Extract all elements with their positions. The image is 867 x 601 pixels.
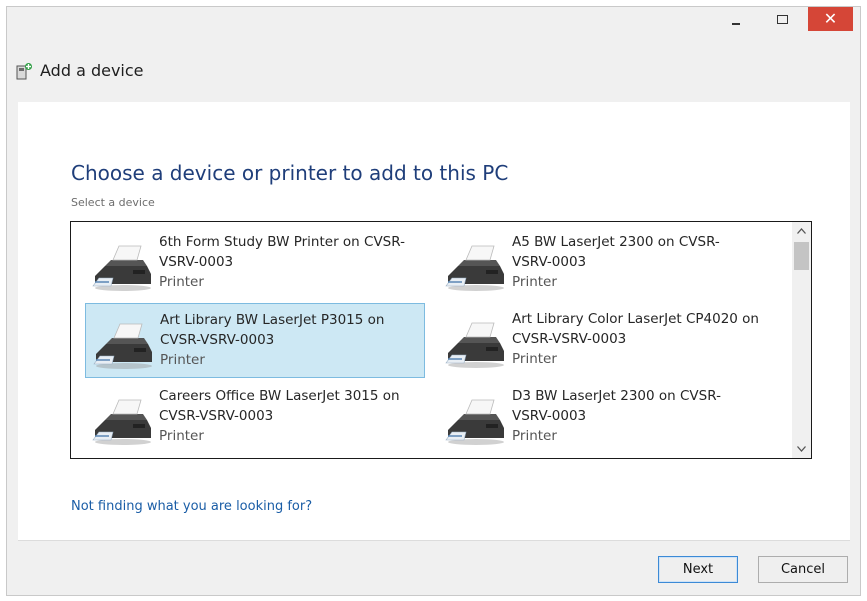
- device-name-line2: VSRV-0003: [512, 408, 587, 424]
- maximize-icon: [776, 14, 788, 24]
- add-device-icon: [16, 62, 32, 79]
- device-item[interactable]: Art Library Color LaserJet CP4020 on CVSR…: [438, 303, 778, 378]
- device-name-line1: Art Library BW LaserJet P3015 on: [160, 312, 385, 328]
- device-text: Art Library Color LaserJet CP4020 on CVSR…: [512, 309, 759, 369]
- next-button[interactable]: Next: [658, 556, 738, 583]
- minimize-button[interactable]: [721, 7, 751, 31]
- device-name-line1: D3 BW LaserJet 2300 on CVSR-: [512, 388, 721, 404]
- vertical-scrollbar[interactable]: [792, 222, 811, 458]
- dialog-content: Choose a device or printer to add to thi…: [18, 102, 850, 540]
- chevron-up-icon[interactable]: [792, 222, 811, 240]
- add-device-window: ✕ Add a device Choose a device or printe…: [6, 6, 861, 596]
- device-name-line2: VSRV-0003: [159, 254, 234, 270]
- device-name-line2: VSRV-0003: [512, 254, 587, 270]
- device-name-line1: Art Library Color LaserJet CP4020 on: [512, 311, 759, 327]
- device-text: 6th Form Study BW Printer on CVSR- VSRV-0…: [159, 232, 405, 292]
- device-item[interactable]: Careers Office BW LaserJet 3015 on CVSR-V…: [85, 380, 425, 455]
- device-type: Printer: [512, 351, 557, 367]
- window-title: Add a device: [40, 61, 144, 80]
- device-text: A5 BW LaserJet 2300 on CVSR- VSRV-0003 Pri…: [512, 232, 720, 292]
- printer-icon: [444, 242, 508, 292]
- close-icon: ✕: [823, 9, 838, 28]
- device-text: Careers Office BW LaserJet 3015 on CVSR-V…: [159, 386, 400, 446]
- not-finding-link[interactable]: Not finding what you are looking for?: [71, 499, 312, 514]
- device-text: D3 BW LaserJet 2300 on CVSR- VSRV-0003 Pri…: [512, 386, 721, 446]
- device-name-line1: 6th Form Study BW Printer on CVSR-: [159, 234, 405, 250]
- device-name-line1: Careers Office BW LaserJet 3015 on: [159, 388, 400, 404]
- device-name-line2: CVSR-VSRV-0003: [512, 331, 627, 347]
- device-list[interactable]: 6th Form Study BW Printer on CVSR- VSRV-0…: [70, 221, 812, 459]
- device-item[interactable]: 6th Form Study BW Printer on CVSR- VSRV-0…: [85, 226, 425, 301]
- printer-icon: [444, 319, 508, 369]
- device-type: Printer: [159, 274, 204, 290]
- device-type: Printer: [512, 428, 557, 444]
- minimize-icon: [732, 23, 740, 25]
- device-type: Printer: [512, 274, 557, 290]
- dialog-footer: Next Cancel: [18, 540, 850, 594]
- window-title-bar: Add a device: [15, 61, 144, 80]
- device-item[interactable]: D3 BW LaserJet 2300 on CVSR- VSRV-0003 Pri…: [438, 380, 778, 455]
- device-name-line2: CVSR-VSRV-0003: [159, 408, 274, 424]
- scrollbar-thumb[interactable]: [794, 242, 809, 270]
- device-name-line1: A5 BW LaserJet 2300 on CVSR-: [512, 234, 720, 250]
- device-type: Printer: [160, 352, 205, 368]
- printer-icon: [444, 396, 508, 446]
- printer-icon: [91, 396, 155, 446]
- printer-icon: [92, 320, 156, 370]
- printer-icon: [91, 242, 155, 292]
- page-subheading: Select a device: [71, 196, 155, 209]
- chevron-down-icon[interactable]: [792, 440, 811, 458]
- device-name-line2: CVSR-VSRV-0003: [160, 332, 275, 348]
- page-heading: Choose a device or printer to add to thi…: [71, 161, 509, 185]
- device-text: Art Library BW LaserJet P3015 on CVSR-VSR…: [160, 310, 384, 370]
- device-item[interactable]: Art Library BW LaserJet P3015 on CVSR-VSR…: [85, 303, 425, 378]
- device-item[interactable]: A5 BW LaserJet 2300 on CVSR- VSRV-0003 Pri…: [438, 226, 778, 301]
- maximize-button[interactable]: [767, 7, 797, 31]
- cancel-button[interactable]: Cancel: [758, 556, 848, 583]
- device-type: Printer: [159, 428, 204, 444]
- close-button[interactable]: ✕: [808, 7, 853, 31]
